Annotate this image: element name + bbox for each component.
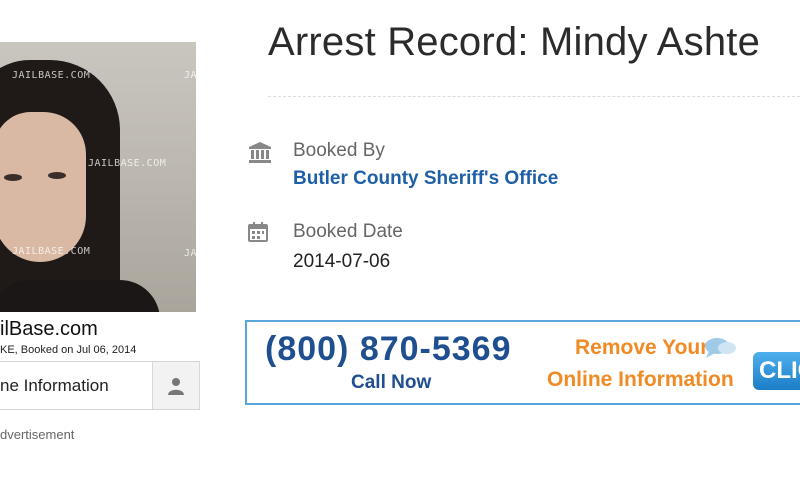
click-here-button[interactable]: CLIC xyxy=(753,352,800,390)
speech-bubble-icon xyxy=(703,336,737,365)
booked-date-label: Booked Date xyxy=(293,221,403,242)
page-title: Arrest Record: Mindy Ashte xyxy=(268,20,761,64)
calendar-icon xyxy=(248,222,268,247)
watermark: JAILBASE.COM xyxy=(184,70,196,81)
agency-link[interactable]: Butler County Sheriff's Office xyxy=(293,168,558,189)
watermark: JAILBASE.COM xyxy=(12,246,91,257)
banner-phone-number[interactable]: (800) 870-5369 xyxy=(265,330,512,369)
photo-site-caption: ilBase.com xyxy=(0,318,98,340)
advertisement-banner[interactable]: (800) 870-5369 Call Now Remove Your Onli… xyxy=(245,320,800,405)
advertisement-label: dvertisement xyxy=(0,427,75,442)
banner-remove-line2: Online Information xyxy=(547,368,734,391)
booked-by-value[interactable]: Butler County Sheriff's Office xyxy=(293,168,558,190)
title-divider xyxy=(268,96,800,97)
photo-booking-caption: KE, Booked on Jul 06, 2014 xyxy=(0,344,137,356)
booked-date-value: 2014-07-06 xyxy=(293,251,391,272)
booked-by-label: Booked By xyxy=(293,140,385,161)
user-icon[interactable] xyxy=(152,361,200,410)
remove-information-button[interactable]: ne Information xyxy=(0,361,152,410)
watermark: JAILBASE.COM xyxy=(184,248,196,259)
watermark: JAILBASE.COM xyxy=(88,158,167,169)
remove-information-label: ne Information xyxy=(0,375,109,395)
mugshot-photo: JAILBASE.COM JAILBASE.COM JAILBASE.COM J… xyxy=(0,42,196,312)
watermark: JAILBASE.COM xyxy=(12,70,91,81)
banner-call-now[interactable]: Call Now xyxy=(351,372,431,394)
courthouse-icon xyxy=(248,141,272,168)
banner-remove-line1: Remove Your xyxy=(575,336,709,359)
